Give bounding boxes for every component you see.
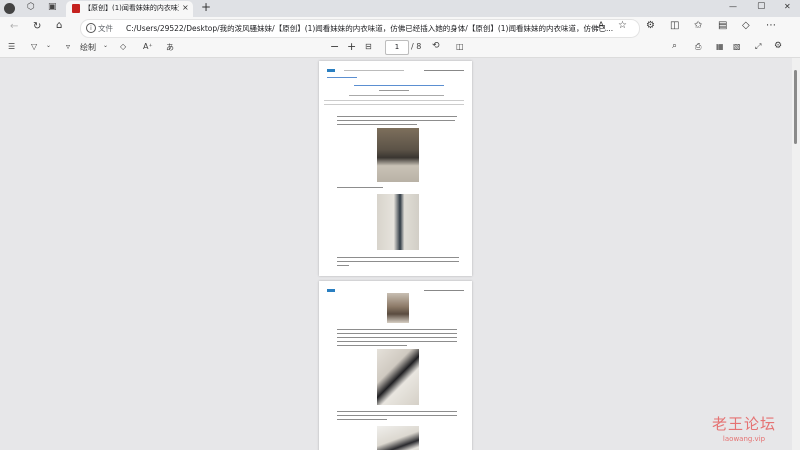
search-icon[interactable]: ⌕ (672, 41, 677, 51)
watermark-title: 老王论坛 (712, 415, 777, 433)
photo-4 (377, 349, 419, 405)
info-icon[interactable]: i (86, 23, 96, 33)
file-scheme-label: 文件 (98, 24, 113, 33)
tab-actions-icon[interactable]: ▣ (48, 2, 57, 12)
photo-1 (377, 128, 419, 182)
refresh-icon[interactable]: ↻ (33, 21, 41, 32)
draw-icon[interactable]: ▿ (66, 42, 70, 51)
print-icon[interactable]: ⎙ (695, 42, 701, 52)
contents-icon[interactable]: ☰ (8, 42, 15, 51)
settings-gear-icon[interactable]: ⚙ (774, 41, 782, 51)
favorite-star-icon[interactable]: ☆ (618, 20, 627, 31)
pdf-page-1 (319, 61, 472, 276)
site-logo (327, 69, 335, 72)
minimize-button[interactable]: — (729, 2, 737, 11)
text-line (337, 345, 407, 347)
total-pages-label: / 8 (411, 42, 422, 51)
zoom-in-icon[interactable]: + (347, 40, 356, 53)
scrollbar-thumb[interactable] (794, 70, 797, 144)
pdf-page-2 (319, 281, 472, 450)
collections-icon[interactable]: ▤ (718, 20, 727, 31)
rotate-icon[interactable]: ⟲ (432, 41, 440, 51)
close-window-button[interactable]: ✕ (784, 2, 791, 11)
new-tab-button[interactable]: + (201, 0, 211, 14)
photo-3 (387, 293, 409, 323)
fit-page-icon[interactable]: ⊟ (365, 42, 372, 51)
profile-avatar-icon[interactable] (4, 3, 15, 14)
eraser-icon[interactable]: ◇ (120, 42, 126, 51)
text-line (337, 337, 457, 339)
highlight-icon[interactable]: ▽ (31, 42, 37, 51)
pdf-file-icon (72, 4, 80, 13)
post-title (354, 85, 444, 86)
draw-chevron-icon[interactable]: ⌄ (103, 42, 108, 49)
highlight-chevron-icon[interactable]: ⌄ (46, 42, 51, 49)
url-text: C:/Users/29522/Desktop/我的泼风骚妹妹/【原创】(1)闻看… (126, 24, 614, 33)
back-icon[interactable]: ← (10, 21, 18, 32)
watermark: 老王论坛 laowang.vip (712, 413, 776, 443)
pdf-toolbar: ☰ ▽ ⌄ ▿ 绘制 ⌄ ◇ A⁺ あ − + ⊟ 1 / 8 ⟲ ◫ ⌕ ⎙ … (0, 38, 800, 58)
photo-5 (377, 426, 419, 450)
more-menu-icon[interactable]: ⋯ (766, 20, 776, 31)
page-view-icon[interactable]: ◫ (456, 42, 464, 51)
text-line (337, 124, 417, 126)
text-line (337, 419, 387, 421)
text-line (337, 116, 457, 118)
post-info (349, 95, 444, 96)
split-screen-icon[interactable]: ◫ (670, 20, 679, 31)
photo-2 (377, 194, 419, 250)
translate-icon[interactable]: あ (166, 42, 174, 53)
text-line (337, 120, 455, 122)
extensions-icon[interactable]: ⚙ (646, 20, 655, 31)
nav-links (327, 77, 357, 78)
tab-active-pdf[interactable]: 【原创】(1)闻看妹妹的内衣味道, 仿 × (66, 1, 193, 17)
text-line (337, 187, 383, 189)
workspaces-icon[interactable]: ⬡ (27, 2, 35, 12)
watermark-url: laowang.vip (722, 435, 766, 443)
url-field[interactable]: i 文件 C:/Users/29522/Desktop/我的泼风骚妹妹/【原创】… (80, 19, 640, 38)
header-bar (344, 70, 404, 71)
post-meta (379, 90, 409, 91)
text-line (337, 333, 457, 335)
maximize-button[interactable]: ▢ (757, 1, 766, 11)
draw-label[interactable]: 绘制 (80, 42, 96, 53)
save-icon[interactable]: ▦ (716, 42, 724, 51)
pdf-viewer[interactable] (0, 58, 792, 450)
copilot-icon[interactable]: ◇ (742, 20, 750, 31)
text-line (337, 257, 459, 259)
read-aloud-icon[interactable]: A (598, 21, 604, 31)
action-buttons (324, 100, 464, 105)
text-line (337, 329, 457, 331)
page-number-input[interactable]: 1 (385, 40, 409, 55)
tab-strip: ⬡ ▣ 【原创】(1)闻看妹妹的内衣味道, 仿 × + — ▢ ✕ (0, 0, 800, 17)
zoom-out-icon[interactable]: − (330, 40, 339, 53)
text-size-icon[interactable]: A⁺ (143, 42, 153, 51)
home-icon[interactable]: ⌂ (56, 20, 62, 31)
text-line (337, 411, 457, 413)
text-line (337, 265, 349, 267)
favorites-icon[interactable]: ✩ (694, 20, 702, 31)
save-as-icon[interactable]: ▧ (733, 42, 741, 51)
text-line (337, 341, 457, 343)
text-line (337, 261, 459, 263)
header-links (424, 70, 464, 71)
tab-title: 【原创】(1)闻看妹妹的内衣味道, 仿 (84, 4, 179, 12)
tab-close-icon[interactable]: × (182, 3, 189, 12)
header-links (424, 290, 464, 291)
address-bar: ← ↻ ⌂ i 文件 C:/Users/29522/Desktop/我的泼风骚妹… (0, 17, 800, 38)
text-line (337, 415, 457, 417)
site-logo (327, 289, 335, 292)
fullscreen-icon[interactable]: ⤢ (755, 42, 761, 52)
